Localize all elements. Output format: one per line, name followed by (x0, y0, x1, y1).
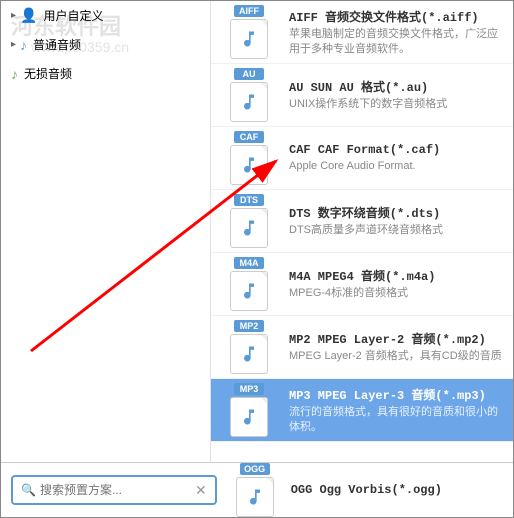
format-title: OGG Ogg Vorbis(*.ogg) (291, 483, 442, 497)
music-note-icon (230, 145, 268, 185)
format-text: AU SUN AU 格式(*.au) UNIX操作系统下的数字音频格式 (279, 78, 505, 111)
music-note-icon: ♪ (20, 37, 27, 53)
format-badge-wrap: OGG (225, 463, 285, 517)
music-note-icon (236, 477, 274, 517)
format-badge-wrap: MP2 (219, 320, 279, 374)
format-badge-wrap: CAF (219, 131, 279, 185)
format-badge: M4A (234, 257, 264, 269)
format-desc: 流行的音频格式，具有很好的音质和很小的体积。 (289, 405, 505, 434)
format-item-aiff[interactable]: AIFF AIFF 音频交换文件格式(*.aiff) 苹果电脑制定的音频交换文件格式… (211, 1, 513, 64)
format-text: AIFF 音频交换文件格式(*.aiff) 苹果电脑制定的音频交换文件格式，广泛应… (279, 8, 505, 56)
format-badge: OGG (240, 463, 270, 475)
format-badge-wrap: AIFF (219, 5, 279, 59)
format-badge: CAF (234, 131, 264, 143)
search-box[interactable]: 🔍 ✕ (11, 475, 217, 505)
music-note-icon: ♪ (11, 66, 18, 82)
bottom-bar: 🔍 ✕ OGG OGG Ogg Vorbis(*.ogg) (1, 463, 513, 517)
sidebar: 河东软件园 www.pc0359.cn 👤 用户自定义 ♪ 普通音频 ♪ 无损音… (1, 1, 211, 462)
format-badge: AU (234, 68, 264, 80)
sidebar-item-lossless-audio[interactable]: ♪ 无损音频 (1, 59, 210, 88)
format-title: M4A MPEG4 音频(*.m4a) (289, 267, 505, 284)
format-badge: DTS (234, 194, 264, 206)
sidebar-item-label: 普通音频 (33, 36, 81, 53)
search-input[interactable] (40, 483, 195, 497)
format-desc: MPEG Layer-2 音频格式，具有CD级的音质 (289, 349, 505, 363)
music-note-icon (230, 334, 268, 374)
format-desc: Apple Core Audio Format. (289, 159, 505, 173)
sidebar-item-userdefined[interactable]: 👤 用户自定义 (1, 1, 210, 30)
format-text: M4A MPEG4 音频(*.m4a) MPEG-4标准的音频格式 (279, 267, 505, 300)
format-desc: MPEG-4标准的音频格式 (289, 286, 505, 300)
format-item-mp2[interactable]: MP2 MP2 MPEG Layer-2 音频(*.mp2) MPEG Layer-… (211, 316, 513, 379)
sidebar-item-normal-audio[interactable]: ♪ 普通音频 (1, 30, 210, 59)
format-item-dts[interactable]: DTS DTS 数字环绕音频(*.dts) DTS高质量多声道环绕音频格式 (211, 190, 513, 253)
format-title: DTS 数字环绕音频(*.dts) (289, 204, 505, 221)
format-text: MP3 MPEG Layer-3 音频(*.mp3) 流行的音频格式，具有很好的音… (279, 386, 505, 434)
user-icon: 👤 (20, 7, 37, 24)
sidebar-item-label: 无损音频 (24, 65, 72, 82)
format-badge-wrap: MP3 (219, 383, 279, 437)
format-title: MP3 MPEG Layer-3 音频(*.mp3) (289, 386, 505, 403)
music-note-icon (230, 208, 268, 248)
music-note-icon (230, 271, 268, 311)
bottom-extra-item: OGG OGG Ogg Vorbis(*.ogg) (225, 463, 442, 517)
format-title: MP2 MPEG Layer-2 音频(*.mp2) (289, 330, 505, 347)
format-badge: AIFF (234, 5, 264, 17)
format-title: AU SUN AU 格式(*.au) (289, 78, 505, 95)
music-note-icon (230, 19, 268, 59)
format-desc: DTS高质量多声道环绕音频格式 (289, 223, 505, 237)
format-badge-wrap: AU (219, 68, 279, 122)
format-item-caf[interactable]: CAF CAF CAF Format(*.caf) Apple Core Audio… (211, 127, 513, 190)
sidebar-item-label: 用户自定义 (43, 7, 103, 24)
format-badge-wrap: M4A (219, 257, 279, 311)
format-text: CAF CAF Format(*.caf) Apple Core Audio Fo… (279, 143, 505, 173)
format-text: MP2 MPEG Layer-2 音频(*.mp2) MPEG Layer-2 音… (279, 330, 505, 363)
format-badge: MP3 (234, 383, 264, 395)
format-item-au[interactable]: AU AU SUN AU 格式(*.au) UNIX操作系统下的数字音频格式 (211, 64, 513, 127)
format-item-mp3[interactable]: MP3 MP3 MPEG Layer-3 音频(*.mp3) 流行的音频格式，具有很… (211, 379, 513, 442)
format-desc: UNIX操作系统下的数字音频格式 (289, 97, 505, 111)
music-note-icon (230, 397, 268, 437)
format-title: CAF CAF Format(*.caf) (289, 143, 505, 157)
format-badge-wrap: DTS (219, 194, 279, 248)
music-note-icon (230, 82, 268, 122)
format-text: DTS 数字环绕音频(*.dts) DTS高质量多声道环绕音频格式 (279, 204, 505, 237)
format-list: AIFF AIFF 音频交换文件格式(*.aiff) 苹果电脑制定的音频交换文件格式… (211, 1, 513, 462)
format-title: AIFF 音频交换文件格式(*.aiff) (289, 8, 505, 25)
format-badge: MP2 (234, 320, 264, 332)
format-desc: 苹果电脑制定的音频交换文件格式，广泛应用于多种专业音频软件。 (289, 27, 505, 56)
clear-icon[interactable]: ✕ (195, 482, 207, 499)
search-icon: 🔍 (21, 483, 36, 497)
format-item-m4a[interactable]: M4A M4A MPEG4 音频(*.m4a) MPEG-4标准的音频格式 (211, 253, 513, 316)
